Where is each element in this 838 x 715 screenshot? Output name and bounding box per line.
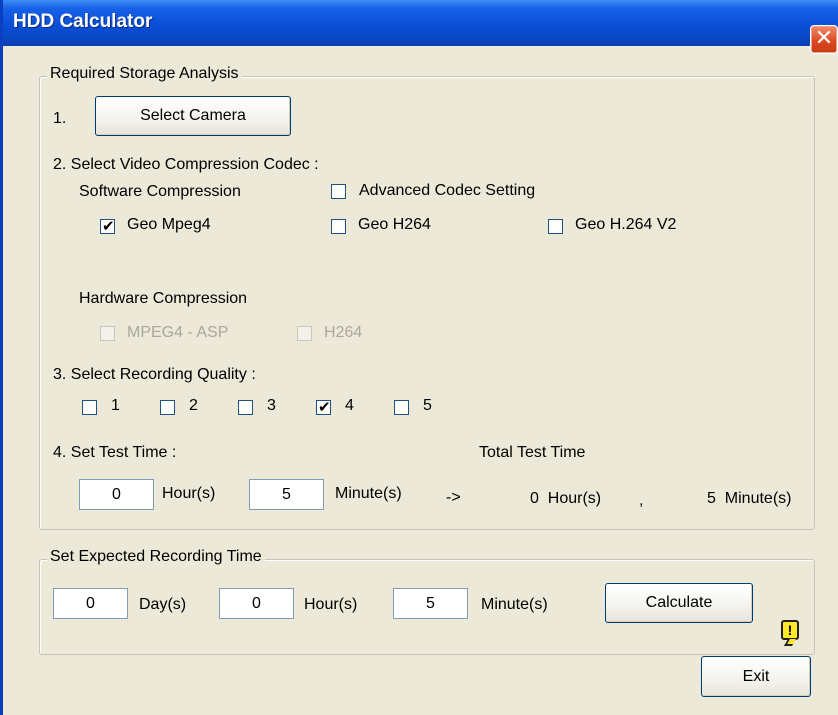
expected-days-unit: Day(s) — [139, 596, 187, 613]
exit-button[interactable]: Exit — [701, 656, 811, 697]
total-minutes-value: 5 Minute(s) — [707, 490, 792, 507]
step4-label: 4. Set Test Time : — [53, 444, 177, 461]
total-separator: , — [639, 492, 644, 509]
mpeg4-asp-label: MPEG4 - ASP — [127, 324, 229, 341]
expected-hours-unit: Hour(s) — [304, 596, 358, 613]
warning-icon[interactable]: ! — [781, 620, 799, 640]
quality-1-checkbox[interactable] — [82, 400, 97, 415]
quality-3-label: 3 — [267, 397, 276, 414]
check-mark-icon: ✔ — [102, 217, 115, 235]
h264-hardware-label: H264 — [324, 324, 363, 341]
arrow-label: -> — [446, 489, 461, 506]
window-title: HDD Calculator — [13, 11, 153, 32]
check-mark-icon: ✔ — [318, 398, 331, 416]
test-minutes-unit: Minute(s) — [335, 485, 402, 502]
calculate-button[interactable]: Calculate — [605, 583, 753, 623]
hardware-compression-label: Hardware Compression — [79, 290, 248, 307]
storage-analysis-legend: Required Storage Analysis — [47, 65, 242, 83]
geo-mpeg4-label: Geo Mpeg4 — [127, 216, 211, 233]
test-minutes-input[interactable]: 5 — [249, 479, 324, 510]
quality-2-checkbox[interactable] — [160, 400, 175, 415]
title-bar[interactable]: HDD Calculator — [3, 0, 838, 46]
geo-h264-v2-checkbox[interactable] — [548, 219, 563, 234]
quality-1-label: 1 — [111, 397, 120, 414]
mpeg4-asp-checkbox — [100, 326, 115, 341]
total-hours-value: 0 Hour(s) — [530, 490, 602, 507]
quality-5-checkbox[interactable] — [394, 400, 409, 415]
close-button[interactable]: ✕ — [810, 25, 838, 54]
quality-2-label: 2 — [189, 397, 198, 414]
expected-minutes-input[interactable]: 5 — [393, 588, 468, 619]
geo-mpeg4-checkbox[interactable]: ✔ — [100, 217, 115, 235]
advanced-codec-label: Advanced Codec Setting — [359, 182, 536, 199]
expected-recording-legend: Set Expected Recording Time — [47, 548, 265, 566]
step2-label: 2. Select Video Compression Codec : — [53, 156, 319, 173]
quality-4-label: 4 — [345, 397, 354, 414]
quality-4-checkbox[interactable]: ✔ — [316, 398, 331, 416]
quality-3-checkbox[interactable] — [238, 400, 253, 415]
test-hours-input[interactable]: 0 — [79, 479, 154, 510]
advanced-codec-checkbox[interactable] — [331, 184, 346, 199]
test-hours-unit: Hour(s) — [162, 485, 216, 502]
expected-minutes-unit: Minute(s) — [481, 596, 548, 613]
geo-h264-label: Geo H264 — [358, 216, 431, 233]
software-compression-label: Software Compression — [79, 183, 241, 200]
h264-hardware-checkbox — [297, 326, 312, 341]
select-camera-button[interactable]: Select Camera — [95, 96, 291, 136]
geo-h264-checkbox[interactable] — [331, 219, 346, 234]
geo-h264-v2-label: Geo H.264 V2 — [575, 216, 677, 233]
hdd-calculator-window: HDD Calculator ✕ Required Storage Analys… — [0, 0, 838, 715]
step1-label: 1. — [53, 110, 67, 127]
expected-hours-input[interactable]: 0 — [219, 588, 294, 619]
total-test-time-label: Total Test Time — [479, 444, 586, 461]
quality-5-label: 5 — [423, 397, 432, 414]
expected-days-input[interactable]: 0 — [53, 588, 128, 619]
step3-label: 3. Select Recording Quality : — [53, 366, 256, 383]
